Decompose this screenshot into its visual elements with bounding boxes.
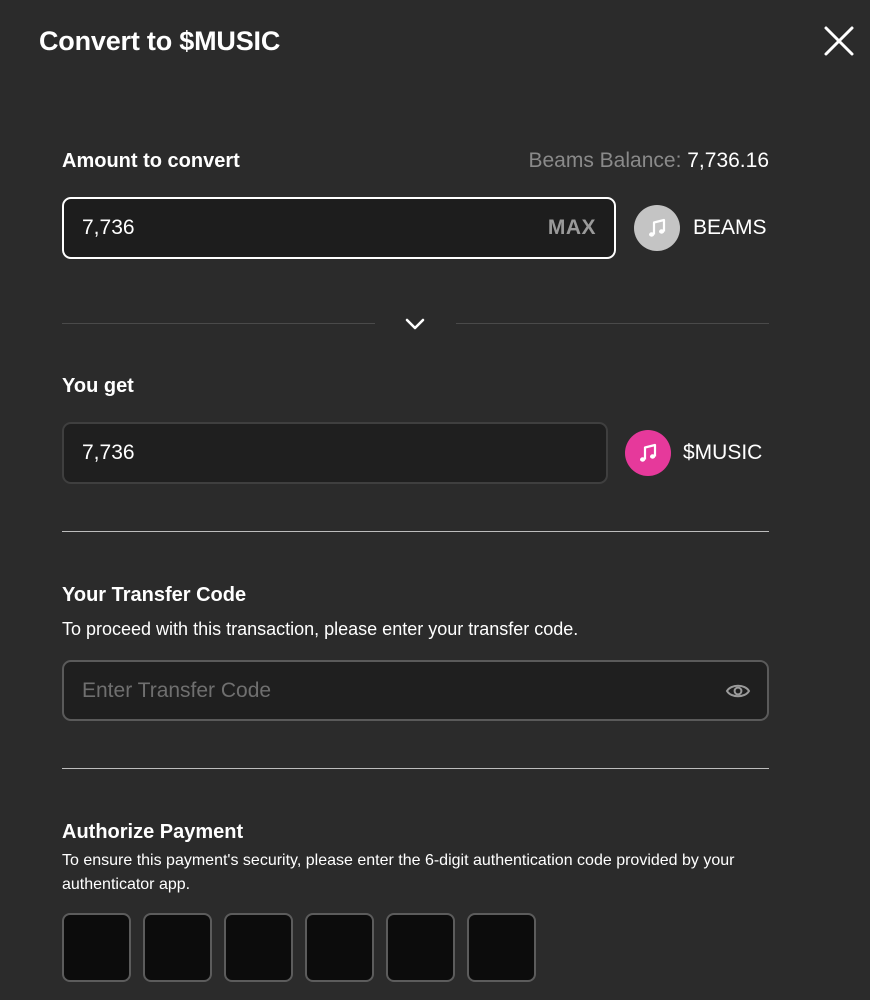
balance-label: Beams Balance: [528,149,682,172]
section-divider [62,768,769,769]
modal-title: Convert to $MUSIC [39,26,281,56]
close-icon[interactable] [822,24,856,58]
auth-digit-input[interactable] [143,913,212,982]
amount-to-convert-label: Amount to convert [62,150,240,172]
auth-digit-input[interactable] [386,913,455,982]
amount-value: 7,736 [82,216,135,239]
authorize-payment-description: To ensure this payment's security, pleas… [62,852,735,893]
eye-icon[interactable] [725,680,751,702]
divider-left [62,323,375,324]
music-note-icon [634,205,680,251]
you-get-value: 7,736 [82,441,135,464]
auth-digit-input[interactable] [62,913,131,982]
to-token: $MUSIC [625,430,762,476]
to-token-name: $MUSIC [683,441,763,464]
authorize-payment-title: Authorize Payment [62,821,244,843]
from-token: BEAMS [634,205,767,251]
convert-modal: Convert to $MUSIC Amount to convert Beam… [0,0,870,1000]
amount-input[interactable]: 7,736 MAX [62,197,616,259]
balance-value: 7,736.16 [687,149,769,172]
beams-balance: Beams Balance: 7,736.16 [528,149,769,173]
transfer-code-description: To proceed with this transaction, please… [62,619,579,639]
auth-digit-input[interactable] [467,913,536,982]
auth-digit-input[interactable] [224,913,293,982]
max-button[interactable]: MAX [548,216,596,240]
auth-code-inputs [62,913,536,982]
you-get-label: You get [62,375,134,397]
chevron-down-icon[interactable] [402,312,428,336]
section-divider [62,531,769,532]
transfer-code-field [62,660,769,721]
music-note-icon [625,430,671,476]
from-token-name: BEAMS [693,216,767,239]
divider-right [456,323,769,324]
transfer-code-input[interactable] [82,662,702,719]
auth-digit-input[interactable] [305,913,374,982]
you-get-field: 7,736 [62,422,608,484]
transfer-code-title: Your Transfer Code [62,584,247,606]
